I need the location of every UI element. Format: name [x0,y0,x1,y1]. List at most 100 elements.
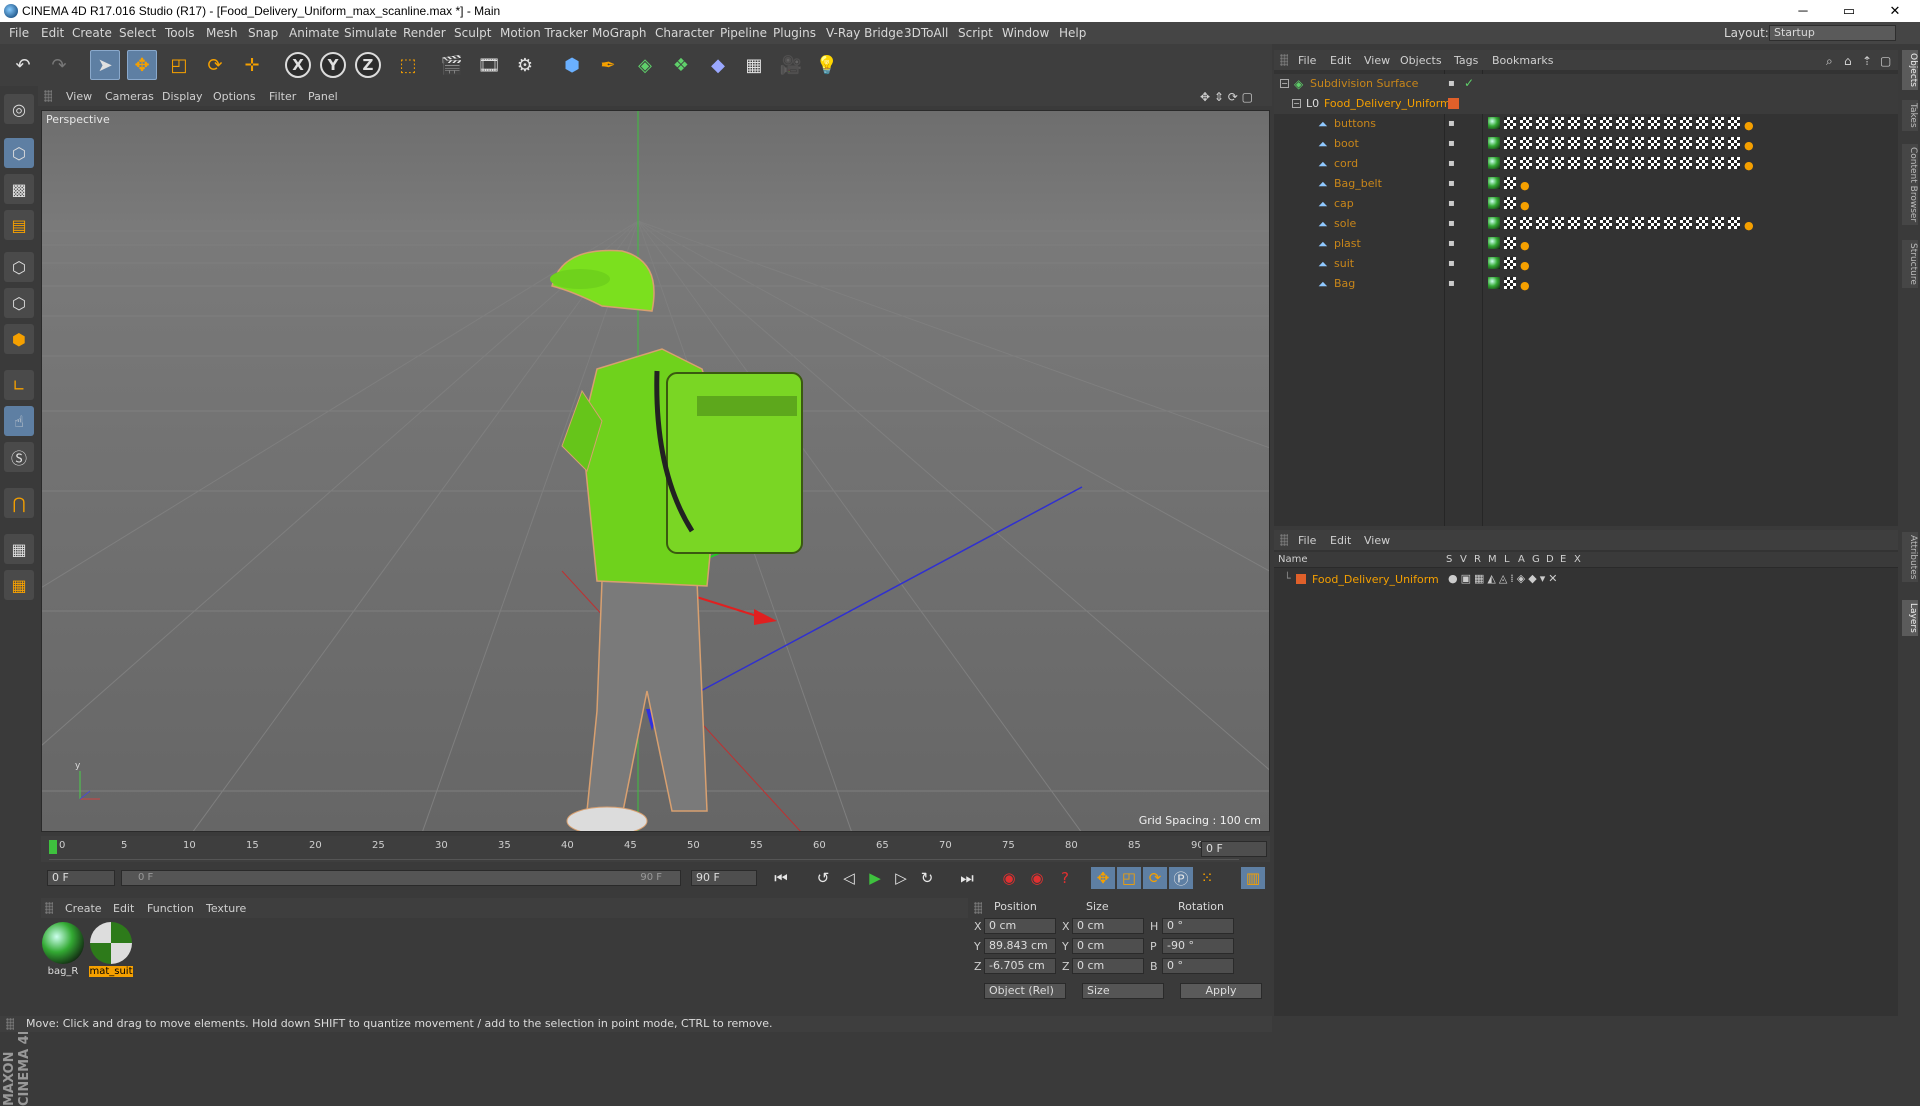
objects-menu-tags[interactable]: Tags [1454,54,1478,67]
subdivision-icon[interactable]: ◈ [630,50,660,80]
timeline-ruler[interactable]: 0 5 10 15 20 25 30 35 40 45 50 55 60 65 … [41,836,1270,862]
menu-mograph[interactable]: MoGraph [592,26,647,40]
menu-tools[interactable]: Tools [165,26,195,40]
column-render[interactable]: R [1474,554,1481,565]
viewport-navigate-icons[interactable]: ✥ ⇕ ⟳ ▢ [1200,90,1253,104]
menu-mesh[interactable]: Mesh [206,26,238,40]
material-item[interactable]: bag_R [41,922,85,977]
rotation-h-field[interactable]: 0 ° [1162,918,1234,934]
panel-grip-icon[interactable] [1280,534,1288,546]
size-x-field[interactable]: 0 cm [1072,918,1144,934]
tag-strip[interactable]: ● [1488,157,1754,172]
y-axis-icon[interactable]: Y [320,52,346,78]
tag-strip[interactable]: ● [1488,137,1754,152]
column-expressions[interactable]: E [1560,554,1566,565]
tab-content-browser[interactable]: Content Browser [1902,144,1918,226]
object-name[interactable]: sole [1334,217,1356,230]
rotate-icon[interactable]: ⟳ [200,50,230,80]
object-name[interactable]: cord [1334,157,1358,170]
objects-menu-bookmarks[interactable]: Bookmarks [1492,54,1553,67]
tag-strip[interactable]: ● [1488,257,1530,272]
timeline-window-icon[interactable]: ▥ [1241,867,1265,889]
end-frame-field[interactable]: 90 F [691,870,757,886]
menu-help[interactable]: Help [1059,26,1086,40]
object-name[interactable]: Bag [1334,277,1355,290]
visibility-toggle[interactable]: ▪ [1448,78,1455,89]
object-row[interactable]: ⏶ sole ▪ ● [1274,214,1898,234]
column-solo[interactable]: S [1446,554,1452,565]
menu-3dtoall[interactable]: 3DToAll [904,26,948,40]
new-panel-icon[interactable]: ▢ [1880,54,1891,68]
object-name[interactable]: Subdivision Surface [1310,77,1418,90]
panel-grip-icon[interactable] [45,902,53,914]
key-parameter-icon[interactable]: Ⓟ [1169,867,1193,889]
key-pla-icon[interactable]: ⁙ [1195,867,1219,889]
viewport-menu-filter[interactable]: Filter [269,90,296,103]
select-arrow-icon[interactable]: ➤ [90,50,120,80]
go-to-end-icon[interactable]: ⏭ [955,867,979,889]
go-to-start-icon[interactable]: ⏮ [769,867,793,889]
layer-color-swatch[interactable] [1448,98,1459,109]
size-mode-select[interactable]: Size [1082,983,1164,999]
workplane-icon[interactable]: ▤ [4,210,34,240]
menu-vray-bridge[interactable]: V-Ray Bridge [826,26,903,40]
object-name[interactable]: Food_Delivery_Uniform [1324,97,1451,110]
visibility-toggle[interactable]: ▪ [1448,198,1455,209]
layer-name[interactable]: Food_Delivery_Uniform [1312,573,1439,586]
search-icon[interactable]: ⌕ [1826,54,1833,69]
tab-attributes[interactable]: Attributes [1902,532,1918,583]
object-row[interactable]: ⏶ boot ▪ ● [1274,134,1898,154]
tab-takes[interactable]: Takes [1902,100,1918,131]
tag-strip[interactable]: ● [1488,117,1754,132]
coordinate-system-icon[interactable]: ⬚ [393,50,423,80]
panel-grip-icon[interactable] [974,902,982,914]
close-button[interactable]: ✕ [1872,0,1918,22]
keyframe-selection-icon[interactable]: ? [1053,867,1077,889]
axis-icon[interactable]: ∟ [4,370,34,400]
visibility-toggle[interactable]: ▪ [1448,138,1455,149]
menu-plugins[interactable]: Plugins [773,26,816,40]
position-y-field[interactable]: 89.843 cm [984,938,1056,954]
object-row[interactable]: ⏶ Bag ▪ ● [1274,274,1898,294]
object-row[interactable]: − L0 Food_Delivery_Uniform [1274,94,1898,114]
object-row[interactable]: − ◈ Subdivision Surface ▪ ✓ [1274,74,1898,94]
rotation-b-field[interactable]: 0 ° [1162,958,1234,974]
polygons-mode-icon[interactable]: ⬢ [4,324,34,354]
points-mode-icon[interactable]: ⬡ [4,252,34,282]
column-view[interactable]: V [1460,554,1467,565]
position-x-field[interactable]: 0 cm [984,918,1056,934]
menu-snap[interactable]: Snap [248,26,278,40]
object-name[interactable]: suit [1334,257,1354,270]
column-animation[interactable]: A [1518,554,1525,565]
menu-motion-tracker[interactable]: Motion Tracker [500,26,588,40]
viewport-menu-options[interactable]: Options [213,90,255,103]
material-menu-texture[interactable]: Texture [206,902,246,915]
object-row[interactable]: ⏶ suit ▪ ● [1274,254,1898,274]
next-frame-icon[interactable]: ▷ [889,867,913,889]
frame-range-slider[interactable]: 0 F 90 F [121,870,681,886]
current-frame-field[interactable]: 0 F [1201,841,1267,857]
layers-menu-file[interactable]: File [1298,534,1316,547]
object-row[interactable]: ⏶ Bag_belt ▪ ● [1274,174,1898,194]
object-row[interactable]: ⏶ cord ▪ ● [1274,154,1898,174]
camera-icon[interactable]: 🎥 [776,50,806,80]
menu-window[interactable]: Window [1002,26,1049,40]
tag-strip[interactable]: ● [1488,277,1530,292]
object-name[interactable]: plast [1334,237,1361,250]
snap-lock-icon[interactable]: ▦ [4,570,34,600]
menu-file[interactable]: File [9,26,29,40]
viewport-menu-view[interactable]: View [66,90,92,103]
objects-menu-file[interactable]: File [1298,54,1316,67]
menu-simulate[interactable]: Simulate [344,26,397,40]
start-frame-field[interactable]: 0 F [47,870,115,886]
texture-mode-icon[interactable]: ▩ [4,174,34,204]
play-icon[interactable]: ▶ [863,867,887,889]
live-select-icon[interactable]: ✛ [237,50,267,80]
menu-render[interactable]: Render [403,26,446,40]
visibility-toggle[interactable]: ▪ [1448,218,1455,229]
render-picture-viewer-icon[interactable]: 🎞 [474,50,504,80]
previous-frame-icon[interactable]: ◁ [837,867,861,889]
scale-icon[interactable]: ◰ [164,50,194,80]
previous-key-icon[interactable]: ↺ [811,867,835,889]
object-row[interactable]: ⏶ cap ▪ ● [1274,194,1898,214]
